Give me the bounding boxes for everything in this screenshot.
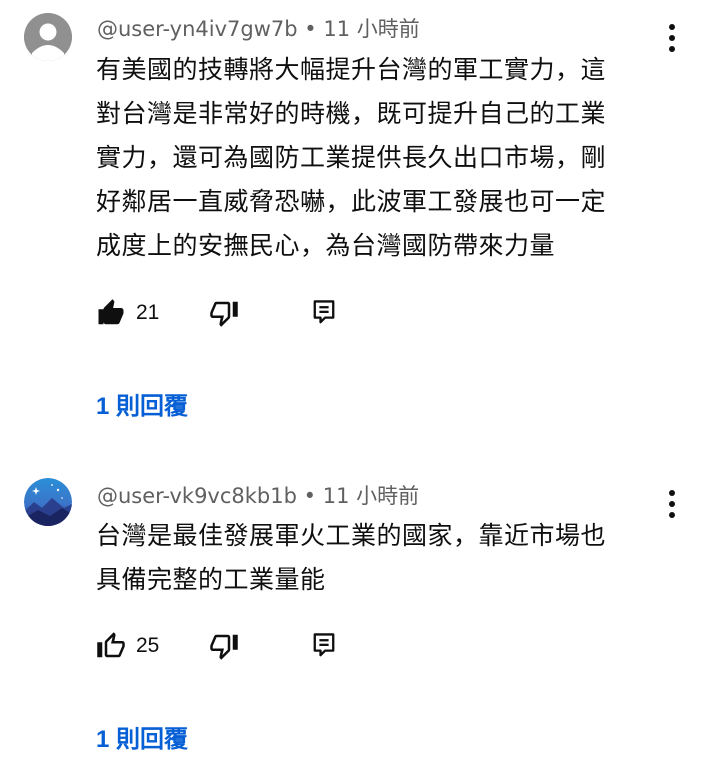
like-count: 25 <box>136 634 160 657</box>
meta-separator: • <box>304 17 317 41</box>
dislike-button[interactable] <box>209 293 239 333</box>
comment-line: 成度上的安撫民心，為台灣國防帶來力量 <box>96 231 556 260</box>
comment-meta: @user-yn4iv7gw7b • 11 小時前 <box>97 13 420 43</box>
comment-line: 好鄰居一直威脅恐嚇，此波軍工發展也可一定 <box>96 187 607 216</box>
comment-line: 實力，還可為國防工業提供長久出口市場，剛 <box>96 143 607 172</box>
avatar[interactable] <box>24 478 72 526</box>
reply-button[interactable] <box>311 293 337 333</box>
reply-icon <box>313 300 335 324</box>
comment-line: 對台灣是非常好的時機，既可提升自己的工業 <box>96 99 607 128</box>
like-button[interactable]: 21 <box>96 293 159 333</box>
reply-icon <box>313 633 335 657</box>
like-count: 21 <box>136 301 160 324</box>
comment-line: 具備完整的工業量能 <box>96 565 326 594</box>
comment-time: 11 小時前 <box>322 484 420 508</box>
view-replies-button[interactable]: 1 則回覆 <box>96 386 188 421</box>
comment-meta: @user-vk9vc8kb1b • 11 小時前 <box>97 480 419 510</box>
author-name[interactable]: @user-vk9vc8kb1b <box>97 484 297 508</box>
avatar[interactable] <box>24 13 72 61</box>
author-name[interactable]: @user-yn4iv7gw7b <box>97 17 298 41</box>
thumbs-up-icon <box>98 299 124 325</box>
comment-line: 有美國的技轉將大幅提升台灣的軍工實力，這 <box>96 55 607 84</box>
dislike-button[interactable] <box>209 626 239 666</box>
like-button[interactable]: 25 <box>96 626 159 666</box>
reply-button[interactable] <box>311 626 337 666</box>
comment-text: 台灣是最佳發展軍火工業的國家，靠近市場也 具備完整的工業量能 <box>96 514 676 602</box>
default-person-avatar-icon <box>24 13 72 61</box>
thumbs-down-icon <box>210 301 238 327</box>
thumbs-down-icon <box>210 634 238 660</box>
meta-separator: • <box>303 484 317 508</box>
view-replies-button[interactable]: 1 則回覆 <box>96 719 188 754</box>
thumbs-up-outline-icon <box>97 632 125 658</box>
comment-line: 台灣是最佳發展軍火工業的國家，靠近市場也 <box>96 521 607 550</box>
night-sky-avatar-icon <box>24 478 72 526</box>
comment-time: 11 小時前 <box>323 17 420 41</box>
comment-text: 有美國的技轉將大幅提升台灣的軍工實力，這 對台灣是非常好的時機，既可提升自己的工… <box>96 48 676 268</box>
